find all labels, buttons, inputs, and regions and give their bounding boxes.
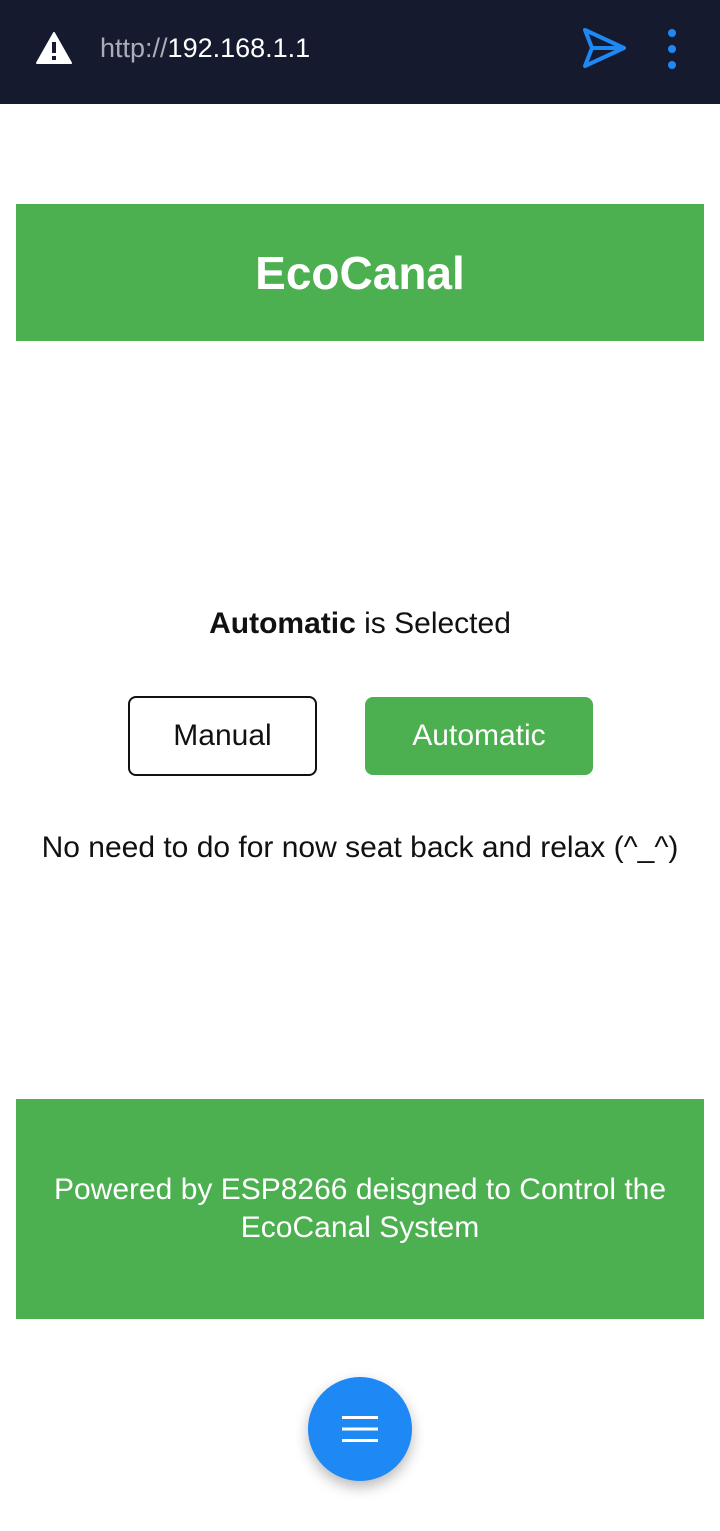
status-message: No need to do for now seat back and rela… (41, 831, 679, 864)
menu-fab-button[interactable] (308, 1377, 412, 1481)
url-host: 192.168.1.1 (167, 33, 311, 63)
browser-toolbar: http://192.168.1.1 (0, 0, 720, 104)
hamburger-menu-icon (342, 1416, 378, 1442)
address-bar[interactable]: http://192.168.1.1 (100, 30, 310, 66)
footer-banner: Powered by ESP8266 deisgned to Control t… (16, 1099, 704, 1319)
more-vert-icon[interactable] (660, 28, 684, 70)
footer-text: Powered by ESP8266 deisgned to Control t… (53, 1173, 667, 1244)
header-banner: EcoCanal (16, 204, 704, 341)
manual-button[interactable]: Manual (128, 696, 317, 776)
send-icon[interactable] (580, 26, 628, 70)
selected-mode-label: Automatic (209, 607, 356, 640)
warning-icon[interactable] (36, 32, 72, 64)
page-title: EcoCanal (255, 246, 465, 299)
url-scheme: http:// (100, 33, 168, 63)
automatic-button[interactable]: Automatic (365, 697, 593, 775)
mode-status-suffix: is Selected (355, 607, 511, 640)
mode-status: Automatic is Selected (0, 600, 720, 648)
